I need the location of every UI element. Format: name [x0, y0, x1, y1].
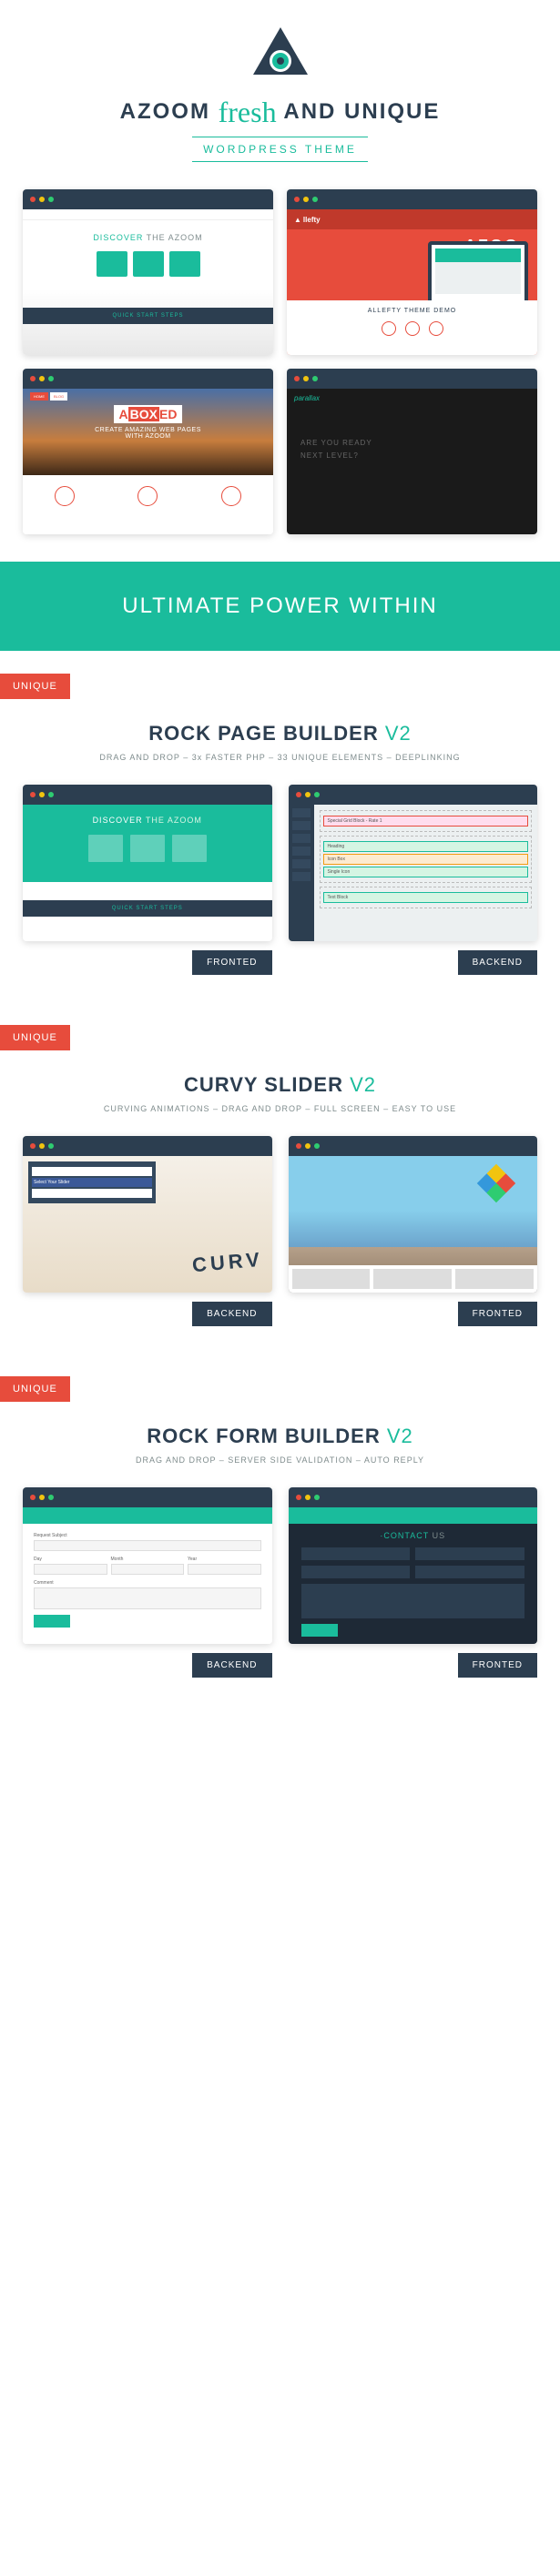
d4-l1b: READY: [342, 439, 372, 447]
d4-l1a: ARE YOU: [300, 439, 342, 447]
demo-allefty: llefty AZOO ALLEFTY THEME DEMO: [287, 189, 537, 355]
d1-discover-2: THE AZOOM: [143, 233, 202, 242]
kite-icon: [477, 1164, 515, 1202]
power-banner: ULTIMATE POWER WITHIN: [0, 562, 560, 651]
d3-a: A: [119, 407, 128, 421]
header-subtitle: WORDPRESS THEME: [192, 137, 368, 162]
d4-l2b: LEVEL?: [326, 451, 358, 460]
title-part-1: AZOOM: [120, 99, 210, 124]
demo-azoom-default: DISCOVER THE AZOOM QUICK START STEPS: [23, 189, 273, 355]
browser-chrome: [23, 189, 273, 209]
d3-sub1: CREATE AMAZING WEB PAGES: [95, 427, 201, 433]
d2-band-title: ALLEFTY THEME DEMO: [287, 308, 537, 314]
rfb-title: ROCK FORM BUILDER V2: [0, 1425, 560, 1448]
rpb-subtitle: DRAG AND DROP – 3x FASTER PHP – 33 UNIQU…: [0, 753, 560, 762]
rpb-title: ROCK PAGE BUILDER V2: [0, 722, 560, 745]
d3-sub2: WITH AZOOM: [125, 433, 170, 440]
unique-badge: UNIQUE: [0, 674, 70, 699]
d1-discover-1: DISCOVER: [93, 233, 143, 242]
rfb-subtitle: DRAG AND DROP – SERVER SIDE VALIDATION –…: [0, 1455, 560, 1465]
curvy-label-back: BACKEND: [192, 1302, 271, 1326]
title-fresh: fresh: [219, 96, 277, 128]
curvy-logo-text: CURV: [191, 1248, 264, 1278]
rfb-backend: Request Subject Day Month Year Comment B…: [23, 1487, 272, 1678]
rfb-frontend: ·CONTACT US FRONTED: [289, 1487, 538, 1678]
section-rock-form-builder: UNIQUE ROCK FORM BUILDER V2 DRAG AND DRO…: [0, 1354, 560, 1705]
unique-badge: UNIQUE: [0, 1025, 70, 1050]
d4-logo: parallax: [294, 394, 320, 402]
curvy-frontend: DISCOVER AZOOM FRONTED: [289, 1136, 538, 1326]
title-part-2: AND UNIQUE: [283, 99, 440, 124]
rfb-label-back: BACKEND: [192, 1653, 271, 1678]
d2-logo: llefty: [294, 216, 321, 224]
unique-badge: UNIQUE: [0, 1376, 70, 1402]
d3-b: BOX: [128, 407, 159, 421]
rpb-frontend: DISCOVER THE AZOOM QUICK START STEPS FRO…: [23, 785, 272, 975]
demo-grid: DISCOVER THE AZOOM QUICK START STEPS lle…: [0, 180, 560, 562]
demo-parallax: parallax ARE YOU READY NEXT LEVEL?: [287, 369, 537, 534]
curvy-label-front: FRONTED: [458, 1302, 537, 1326]
section-curvy-slider: UNIQUE CURVY SLIDER V2 CURVING ANIMATION…: [0, 1002, 560, 1354]
rpb-label-back: BACKEND: [458, 950, 537, 975]
azoom-logo-icon: [253, 27, 308, 82]
d4-l2a: NEXT: [300, 451, 326, 460]
d1-strip: QUICK START STEPS: [23, 308, 273, 324]
section-rock-page-builder: UNIQUE ROCK PAGE BUILDER V2 DRAG AND DRO…: [0, 651, 560, 1002]
demo-boxed: HOMEBLOG ABOXED CREATE AMAZING WEB PAGES…: [23, 369, 273, 534]
page-header: AZOOM fresh AND UNIQUE WORDPRESS THEME: [0, 0, 560, 180]
curvy-title: CURVY SLIDER V2: [0, 1073, 560, 1097]
rpb-label-front: FRONTED: [192, 950, 271, 975]
rfb-label-front: FRONTED: [458, 1653, 537, 1678]
curvy-backend: Select Your Slider CURV BACKEND: [23, 1136, 272, 1326]
header-title: AZOOM fresh AND UNIQUE: [18, 96, 542, 129]
curvy-subtitle: CURVING ANIMATIONS – DRAG AND DROP – FUL…: [0, 1104, 560, 1113]
rpb-backend: Special Grid Block - Rate 1 Heading Icon…: [289, 785, 538, 975]
d3-c: ED: [159, 407, 177, 421]
